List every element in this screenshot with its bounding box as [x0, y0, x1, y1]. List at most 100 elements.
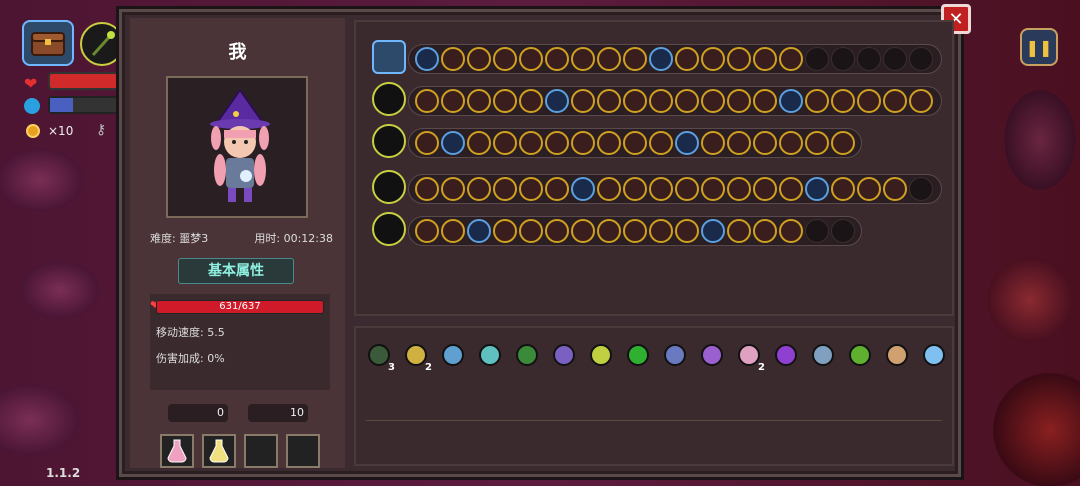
upgrade-slot-filled[interactable] — [649, 219, 673, 243]
upgrade-slot-filled[interactable] — [493, 89, 517, 113]
tentacle-icon[interactable] — [588, 342, 614, 368]
upgrade-slot-filled[interactable] — [467, 89, 491, 113]
upgrade-slot-filled[interactable] — [675, 47, 699, 71]
chest-icon[interactable] — [372, 40, 406, 74]
green-hat-icon[interactable] — [514, 342, 540, 368]
upgrade-slot-filled[interactable] — [675, 219, 699, 243]
dark-orb-icon[interactable] — [662, 342, 688, 368]
upgrade-slot-filled[interactable] — [753, 131, 777, 155]
upgrade-slot-filled[interactable] — [571, 89, 595, 113]
upgrade-slot-filled[interactable] — [571, 131, 595, 155]
upgrade-slot-filled[interactable] — [441, 47, 465, 71]
upgrade-slot-filled[interactable] — [779, 219, 803, 243]
upgrade-slot-empty[interactable] — [831, 219, 855, 243]
upgrade-slot-filled[interactable] — [623, 177, 647, 201]
upgrade-slot-filled[interactable] — [415, 177, 439, 201]
upgrade-slot-filled[interactable] — [675, 89, 699, 113]
upgrade-slot-filled[interactable] — [545, 219, 569, 243]
upgrade-slot-filled[interactable] — [753, 47, 777, 71]
helmet-icon[interactable] — [847, 342, 873, 368]
potion-icon[interactable] — [551, 342, 577, 368]
upgrade-slot-filled[interactable] — [753, 89, 777, 113]
clover-icon[interactable] — [625, 342, 651, 368]
upgrade-slot-filled[interactable] — [701, 47, 725, 71]
upgrade-slot-filled[interactable] — [701, 89, 725, 113]
upgrade-slot-filled[interactable] — [467, 47, 491, 71]
upgrade-slot-filled[interactable] — [545, 131, 569, 155]
mirror-icon[interactable] — [921, 342, 947, 368]
upgrade-slot-empty[interactable] — [831, 47, 855, 71]
magnifier-icon[interactable] — [440, 342, 466, 368]
inventory-slot-1[interactable] — [160, 434, 194, 468]
upgrade-slot-empty[interactable] — [909, 47, 933, 71]
upgrade-slot-filled[interactable] — [805, 131, 829, 155]
upgrade-slot-filled[interactable] — [545, 177, 569, 201]
silver-wand-icon[interactable] — [372, 124, 406, 158]
upgrade-slot-filled[interactable] — [545, 89, 569, 113]
upgrade-slot-filled[interactable] — [727, 177, 751, 201]
upgrade-slot-filled[interactable] — [467, 131, 491, 155]
upgrade-slot-filled[interactable] — [727, 131, 751, 155]
slime-icon[interactable] — [477, 342, 503, 368]
upgrade-slot-filled[interactable] — [467, 219, 491, 243]
upgrade-slot-filled[interactable] — [441, 219, 465, 243]
upgrade-slot-filled[interactable] — [493, 219, 517, 243]
upgrade-slot-filled[interactable] — [857, 89, 881, 113]
upgrade-slot-filled[interactable] — [701, 219, 725, 243]
pause-button[interactable]: ❚❚ — [1020, 28, 1058, 66]
upgrade-slot-filled[interactable] — [623, 47, 647, 71]
upgrade-slot-filled[interactable] — [779, 47, 803, 71]
upgrade-slot-filled[interactable] — [467, 177, 491, 201]
upgrade-slot-filled[interactable] — [649, 89, 673, 113]
upgrade-slot-filled[interactable] — [415, 89, 439, 113]
upgrade-slot-filled[interactable] — [519, 47, 543, 71]
upgrade-slot-filled[interactable] — [441, 177, 465, 201]
upgrade-slot-filled[interactable] — [597, 89, 621, 113]
upgrade-slot-filled[interactable] — [441, 89, 465, 113]
upgrade-slot-filled[interactable] — [519, 131, 543, 155]
upgrade-slot-filled[interactable] — [519, 177, 543, 201]
upgrade-slot-filled[interactable] — [675, 177, 699, 201]
upgrade-slot-filled[interactable] — [753, 219, 777, 243]
upgrade-slot-filled[interactable] — [415, 219, 439, 243]
upgrade-slot-filled[interactable] — [597, 219, 621, 243]
upgrade-slot-filled[interactable] — [779, 89, 803, 113]
upgrade-slot-filled[interactable] — [623, 219, 647, 243]
inventory-slot-3[interactable] — [244, 434, 278, 468]
upgrade-slot-filled[interactable] — [415, 47, 439, 71]
upgrade-slot-filled[interactable] — [831, 131, 855, 155]
upgrade-slot-filled[interactable] — [701, 177, 725, 201]
inventory-slot-4[interactable] — [286, 434, 320, 468]
upgrade-slot-filled[interactable] — [597, 131, 621, 155]
crystal-icon[interactable] — [810, 342, 836, 368]
upgrade-slot-empty[interactable] — [805, 47, 829, 71]
upgrade-slot-filled[interactable] — [649, 131, 673, 155]
upgrade-slot-filled[interactable] — [701, 131, 725, 155]
upgrade-slot-filled[interactable] — [493, 47, 517, 71]
upgrade-slot-filled[interactable] — [883, 89, 907, 113]
egg-icon[interactable] — [884, 342, 910, 368]
upgrade-slot-filled[interactable] — [545, 47, 569, 71]
upgrade-slot-filled[interactable] — [441, 131, 465, 155]
upgrade-slot-filled[interactable] — [727, 89, 751, 113]
boot-icon[interactable] — [699, 342, 725, 368]
upgrade-slot-filled[interactable] — [831, 89, 855, 113]
upgrade-slot-filled[interactable] — [909, 89, 933, 113]
upgrade-slot-filled[interactable] — [597, 47, 621, 71]
witch-hat-icon[interactable] — [773, 342, 799, 368]
dark-sword-icon[interactable] — [372, 170, 406, 204]
upgrade-slot-filled[interactable] — [571, 219, 595, 243]
upgrade-slot-filled[interactable] — [571, 47, 595, 71]
upgrade-slot-filled[interactable] — [493, 131, 517, 155]
upgrade-slot-empty[interactable] — [805, 219, 829, 243]
upgrade-slot-filled[interactable] — [753, 177, 777, 201]
upgrade-slot-filled[interactable] — [649, 47, 673, 71]
upgrade-slot-filled[interactable] — [779, 177, 803, 201]
tab-basic-attributes[interactable]: 基本属性 — [178, 258, 294, 284]
upgrade-slot-filled[interactable] — [415, 131, 439, 155]
upgrade-slot-empty[interactable] — [909, 177, 933, 201]
upgrade-slot-filled[interactable] — [727, 219, 751, 243]
upgrade-slot-filled[interactable] — [727, 47, 751, 71]
green-staff-icon[interactable] — [372, 82, 406, 116]
upgrade-slot-filled[interactable] — [597, 177, 621, 201]
